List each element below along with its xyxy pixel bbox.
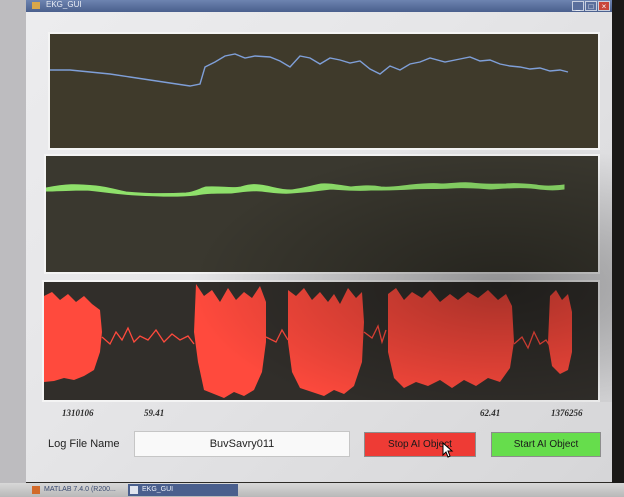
x-tick-label: 1376256 (551, 408, 583, 418)
window-title: EKG_GUI (46, 0, 82, 9)
matlab-icon (32, 486, 40, 494)
axes-middle-waveform (44, 154, 600, 274)
cursor-icon (442, 442, 454, 458)
taskbar-item-label: EKG_GUI (142, 486, 174, 493)
taskbar: MATLAB 7.4.0 (R200... EKG_GUI (0, 483, 624, 497)
middle-trace (46, 182, 565, 197)
axes-top-waveform (48, 32, 600, 150)
bottom-trace (44, 284, 572, 398)
log-file-name-input[interactable]: BuvSavry011 (134, 431, 350, 457)
taskbar-item-matlab[interactable]: MATLAB 7.4.0 (R200... (30, 484, 124, 496)
stop-ai-object-button[interactable]: Stop AI Object (364, 432, 476, 457)
start-ai-object-button[interactable]: Start AI Object (491, 432, 601, 457)
close-button[interactable]: × (598, 1, 610, 11)
window-titlebar[interactable]: EKG_GUI _ □ × (26, 0, 612, 12)
top-trace (50, 53, 569, 87)
taskbar-item-ekg-gui[interactable]: EKG_GUI (128, 484, 238, 496)
log-file-name-label: Log File Name (48, 438, 120, 450)
monitor-bezel-right (612, 0, 624, 497)
axes-bottom-waveform (42, 280, 600, 402)
x-tick-label: 59.41 (144, 408, 165, 418)
figure-window: 1310106 59.41 62.41 1376256 Log File Nam… (26, 12, 624, 482)
minimize-button[interactable]: _ (572, 1, 584, 11)
maximize-button[interactable]: □ (585, 1, 597, 11)
taskbar-item-label: MATLAB 7.4.0 (R200... (44, 486, 116, 493)
monitor-bezel-left (0, 0, 26, 497)
app-icon (32, 2, 40, 9)
x-tick-label: 1310106 (62, 408, 94, 418)
x-tick-label: 62.41 (480, 408, 501, 418)
figure-icon (130, 486, 138, 494)
